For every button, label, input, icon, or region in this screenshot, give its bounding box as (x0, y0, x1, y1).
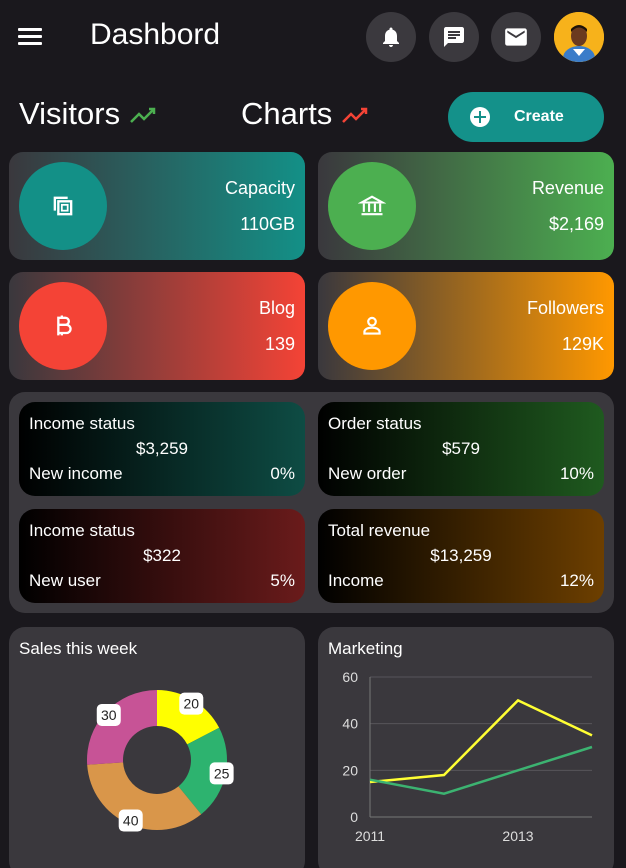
y-tick-label: 0 (350, 809, 358, 825)
stat-value: 129K (561, 334, 604, 354)
charts-title: Charts (241, 96, 369, 132)
total-revenue-card[interactable]: Total revenue $13,259 Income 12% (318, 509, 604, 603)
status-value: $322 (143, 546, 181, 565)
slice-label: 30 (101, 707, 117, 723)
stat-card-blog[interactable]: Blog 139 (9, 272, 305, 380)
chat-icon (444, 27, 464, 47)
stat-card-followers[interactable]: Followers 129K (318, 272, 614, 380)
order-status-card[interactable]: Order status $579 New order 10% (318, 402, 604, 496)
copy-icon (19, 162, 107, 250)
slice-label: 25 (214, 765, 230, 781)
page-title: Dashbord (90, 18, 221, 51)
status-title: Order status (328, 414, 422, 433)
bank-icon (328, 162, 416, 250)
stat-value: 110GB (240, 214, 295, 234)
add-circle-icon (470, 107, 490, 127)
sales-donut-chart: 20 25 40 30 (87, 690, 234, 832)
sales-chart-card: Sales this week 20 25 40 30 (9, 627, 305, 868)
status-value: $3,259 (136, 439, 188, 458)
stat-card-capacity[interactable]: Capacity 110GB (9, 152, 305, 260)
marketing-chart-card: Marketing 0 20 40 60 2011 2013 (318, 627, 614, 868)
status-value: $13,259 (430, 546, 492, 565)
status-percent: 10% (559, 464, 594, 483)
donut-slice (87, 690, 157, 765)
y-tick-label: 20 (342, 762, 358, 778)
status-value: $579 (442, 439, 480, 458)
marketing-line-chart: 0 20 40 60 2011 2013 (342, 669, 593, 844)
mail-icon (505, 28, 527, 46)
status-subtitle: New user (29, 571, 101, 590)
trending-up-icon (342, 107, 368, 123)
stat-label: Followers (526, 298, 604, 318)
slice-label: 20 (184, 696, 200, 712)
status-subtitle: New income (29, 464, 123, 483)
status-percent: 12% (559, 571, 594, 590)
status-percent: 5% (270, 571, 295, 590)
stat-label: Revenue (531, 178, 604, 198)
x-tick-label: 2011 (355, 828, 385, 844)
visitors-title: Visitors (19, 96, 157, 132)
create-button[interactable]: Create (448, 92, 604, 142)
stat-value: $2,169 (548, 214, 604, 234)
y-tick-label: 60 (342, 669, 358, 685)
donut-slice (87, 762, 202, 830)
status-title: Income status (29, 521, 135, 540)
x-tick-label: 2013 (502, 828, 533, 844)
status-panel: Income status $3,259 New income 0% Order… (9, 392, 614, 613)
status-subtitle: Income (328, 571, 384, 590)
y-tick-label: 40 (342, 716, 358, 732)
chart-title: Sales this week (19, 639, 138, 658)
messages-button[interactable] (429, 12, 479, 62)
stat-value: 139 (264, 334, 295, 354)
stat-label: Capacity (224, 178, 295, 198)
status-title: Total revenue (328, 521, 431, 540)
status-title: Income status (29, 414, 135, 433)
notifications-button[interactable] (366, 12, 416, 62)
user-status-card[interactable]: Income status $322 New user 5% (19, 509, 305, 603)
chart-title: Marketing (328, 639, 403, 658)
app-header: Dashbord (0, 0, 626, 80)
menu-icon[interactable] (18, 24, 50, 52)
status-subtitle: New order (328, 464, 407, 483)
slice-label: 40 (123, 813, 139, 829)
person-photo-icon (554, 12, 604, 62)
income-status-card[interactable]: Income status $3,259 New income 0% (19, 402, 305, 496)
mail-button[interactable] (491, 12, 541, 62)
stat-card-revenue[interactable]: Revenue $2,169 (318, 152, 614, 260)
user-avatar[interactable] (554, 12, 604, 62)
series-line (369, 698, 593, 784)
bitcoin-icon (19, 282, 107, 370)
status-percent: 0% (270, 464, 295, 483)
bell-icon (383, 27, 399, 47)
create-label: Create (514, 108, 564, 125)
trending-up-icon (129, 107, 155, 123)
stat-label: Blog (258, 298, 295, 318)
user-icon (328, 282, 416, 370)
